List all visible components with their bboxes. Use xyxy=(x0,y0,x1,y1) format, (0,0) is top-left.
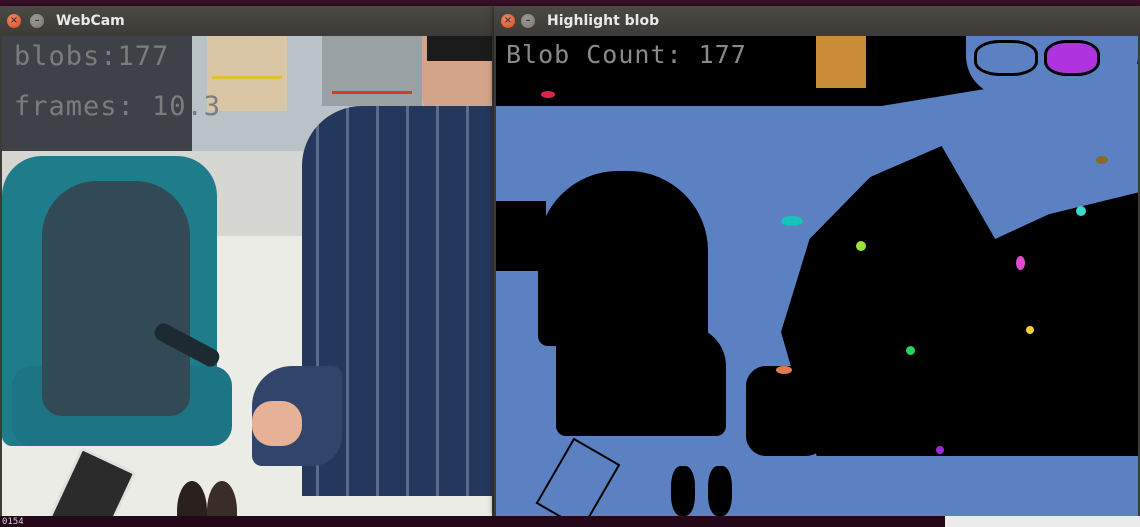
glasses-shape xyxy=(974,40,1038,76)
person-hair xyxy=(427,36,492,61)
webcam-titlebar[interactable]: × – WebCam xyxy=(0,6,494,36)
blob-window-title: Highlight blob xyxy=(547,13,660,29)
webcam-feed: blobs:177 frames: 10.3 xyxy=(2,36,492,516)
webcam-window-title: WebCam xyxy=(56,13,125,29)
webcam-window: × – WebCam blobs:177 frames: 10.3 xyxy=(0,6,494,516)
blobs-overlay-text: blobs:177 xyxy=(14,41,170,72)
colored-blob xyxy=(936,446,944,454)
colored-blob xyxy=(1016,256,1025,270)
computer-case xyxy=(322,36,422,106)
colored-blob xyxy=(1076,206,1086,216)
background-window-edge xyxy=(945,516,1140,527)
terminal-text: 0154 xyxy=(2,517,24,527)
colored-blob xyxy=(541,91,555,98)
person-hand xyxy=(252,401,302,446)
blob-view: Blob Count: 177 xyxy=(496,36,1138,516)
person-silhouette xyxy=(781,146,1138,456)
colored-blob xyxy=(1026,326,1034,334)
minimize-icon[interactable]: – xyxy=(521,14,535,28)
backpack xyxy=(42,181,190,416)
close-icon[interactable]: × xyxy=(501,14,515,28)
blob-region xyxy=(816,36,866,88)
colored-blob xyxy=(781,216,803,226)
cable xyxy=(332,91,412,94)
backpack-silhouette xyxy=(556,326,726,436)
cable xyxy=(212,76,282,79)
colored-blob xyxy=(776,366,792,374)
blob-region xyxy=(496,201,546,271)
colored-blob xyxy=(906,346,915,355)
colored-blob xyxy=(1096,156,1108,164)
shoe-silhouette xyxy=(708,466,732,516)
minimize-icon[interactable]: – xyxy=(30,14,44,28)
backpack-silhouette xyxy=(538,171,708,346)
phone-outline xyxy=(535,437,621,516)
highlight-blob-window: × – Highlight blob Blob Count: 177 xyxy=(494,6,1140,516)
close-icon[interactable]: × xyxy=(7,14,21,28)
blob-count-overlay-text: Blob Count: 177 xyxy=(506,40,747,69)
glasses-shape xyxy=(1044,40,1100,76)
colored-blob xyxy=(856,241,866,251)
shoe-silhouette xyxy=(671,466,695,516)
arm-silhouette xyxy=(746,366,826,456)
frames-overlay-text: frames: 10.3 xyxy=(14,91,222,122)
blob-titlebar[interactable]: × – Highlight blob xyxy=(494,6,1140,36)
